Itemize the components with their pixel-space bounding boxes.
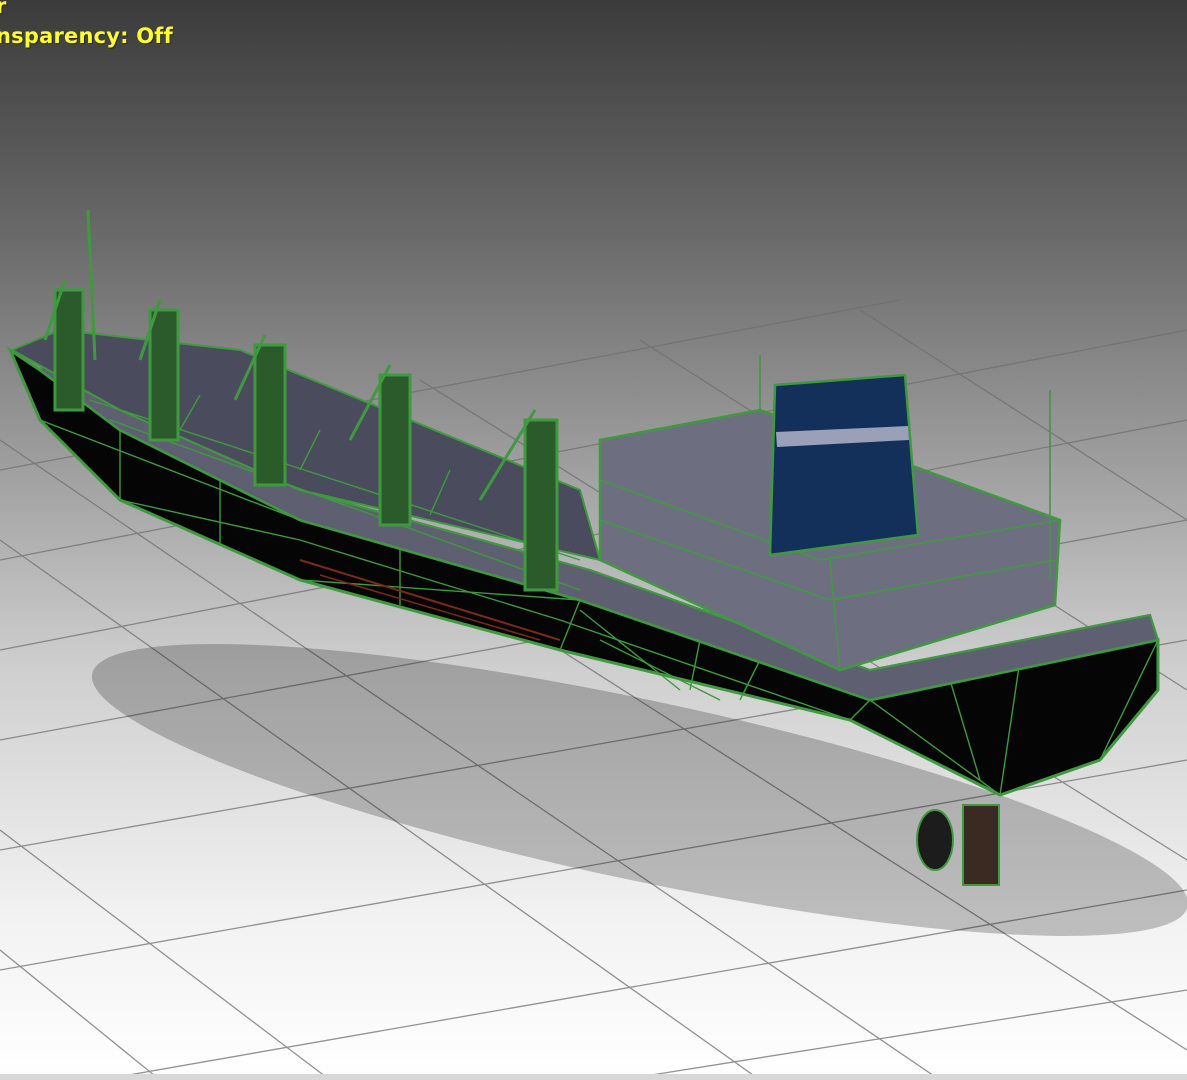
viewport-stat-line-1: r (0, 0, 7, 18)
viewport-bottom-edge (0, 1074, 1187, 1080)
ship-funnel (768, 373, 920, 557)
viewport-stat-line-transparency: nsparency: Off (0, 24, 173, 48)
3d-viewport[interactable]: r nsparency: Off (0, 0, 1187, 1080)
viewport-scene[interactable] (0, 0, 1187, 1080)
